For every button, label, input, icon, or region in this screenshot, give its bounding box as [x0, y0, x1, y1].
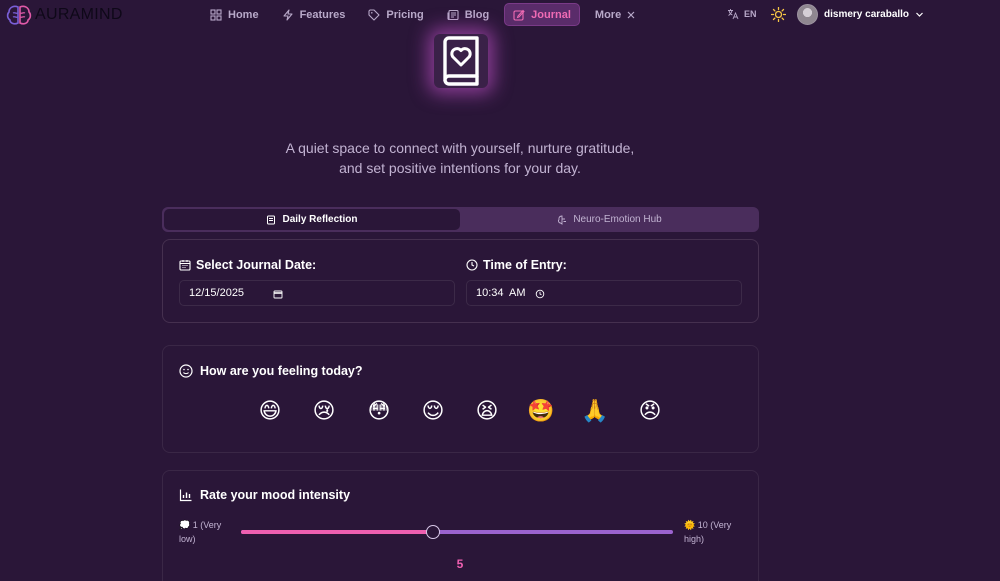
nav-home[interactable]: Home	[202, 3, 267, 26]
journal-date-value: 12/15/2025	[189, 287, 245, 299]
language-switcher[interactable]: EN	[727, 8, 757, 20]
journal-hero-icon-box	[434, 34, 488, 88]
translate-icon	[728, 9, 739, 20]
top-navigation-bar: AURAMIND Home Features Pricing Blog Jour…	[0, 0, 1000, 30]
calendar-picker-icon[interactable]	[273, 289, 283, 299]
brand-name: AURAMIND	[35, 6, 123, 23]
mood-intensity-title-text: Rate your mood intensity	[200, 488, 351, 502]
language-label: EN	[744, 9, 757, 19]
smile-icon	[179, 364, 193, 378]
emoji-relieved[interactable]: 😌	[419, 398, 447, 426]
hero-tagline-line2: and set positive intentions for your day…	[339, 160, 581, 176]
journal-date-label: Select Journal Date:	[179, 258, 316, 272]
mood-min-label-line2: low)	[179, 534, 196, 544]
notebook-icon	[267, 215, 276, 224]
mood-min-label: 💭 1 (Very low)	[179, 518, 221, 546]
emoji-tired[interactable]: 😫	[473, 398, 501, 426]
tab-neuro-emotion-hub-label: Neuro-Emotion Hub	[573, 214, 662, 225]
nav-more[interactable]: More	[587, 3, 645, 26]
journal-date-label-text: Select Journal Date:	[196, 258, 317, 272]
entry-time-label-text: Time of Entry:	[483, 258, 567, 272]
emoji-folded-hands[interactable]: 🙏	[581, 398, 609, 426]
mood-value: 5	[456, 557, 464, 571]
sun-icon[interactable]	[771, 7, 786, 22]
user-name: dismery caraballo	[824, 9, 910, 20]
entry-time-value: 10:34 AM	[476, 287, 526, 299]
nav-pricing[interactable]: Pricing	[360, 3, 431, 26]
journal-date-input[interactable]: 12/15/2025	[179, 280, 455, 306]
hero-tagline: A quiet space to connect with yourself, …	[200, 138, 720, 178]
brain-logo-icon	[6, 5, 32, 25]
nav-features-label: Features	[299, 8, 346, 21]
emoji-star-struck[interactable]: 🤩	[527, 398, 555, 426]
nav-home-label: Home	[228, 8, 259, 21]
close-icon	[627, 11, 635, 18]
nav-blog[interactable]: Blog	[439, 3, 497, 26]
zap-icon	[283, 8, 293, 21]
tab-neuro-emotion-hub[interactable]: Neuro-Emotion Hub	[462, 209, 757, 230]
tab-daily-reflection-label: Daily Reflection	[282, 214, 358, 225]
entry-time-input[interactable]: 10:34 AM	[466, 280, 742, 306]
user-menu[interactable]: dismery caraballo	[797, 4, 924, 25]
entry-time-label: Time of Entry:	[466, 258, 567, 272]
clock-icon	[466, 259, 478, 271]
nav-journal-label: Journal	[531, 8, 571, 21]
mood-slider-thumb[interactable]	[425, 525, 440, 539]
bar-chart-icon	[179, 489, 192, 502]
time-picker-icon[interactable]	[535, 289, 545, 299]
tab-daily-reflection[interactable]: Daily Reflection	[164, 209, 460, 230]
nav-pricing-label: Pricing	[386, 8, 424, 21]
pen-square-icon	[513, 9, 525, 21]
avatar	[797, 4, 818, 25]
hero-tagline-line1: A quiet space to connect with yourself, …	[285, 140, 635, 156]
mood-max-label: 🌞 10 (Very high)	[684, 518, 731, 546]
emoji-happy[interactable]: 😄	[256, 398, 284, 426]
chevron-down-icon	[916, 12, 923, 17]
mood-max-label-line2: high)	[684, 534, 705, 544]
main-nav: Home Features Pricing Blog Journal More	[202, 3, 652, 26]
feelings-title: How are you feeling today?	[179, 364, 363, 378]
book-heart-icon	[443, 36, 479, 86]
feelings-title-text: How are you feeling today?	[200, 364, 363, 378]
feelings-card	[162, 345, 759, 453]
brand-logo[interactable]: AURAMIND	[6, 4, 123, 26]
mood-min-label-line1: 💭 1 (Very	[179, 520, 222, 530]
emoji-flushed[interactable]: 😳	[365, 398, 393, 426]
journal-tabs: Daily Reflection Neuro-Emotion Hub	[162, 207, 759, 232]
emoji-angry[interactable]: 😠	[636, 398, 664, 426]
home-icon	[210, 8, 222, 21]
tag-icon	[368, 8, 380, 21]
mood-slider[interactable]	[241, 525, 673, 539]
brain-circuit-icon	[558, 215, 567, 225]
mood-slider-fill	[241, 530, 433, 534]
nav-blog-label: Blog	[464, 8, 490, 21]
calendar-icon	[179, 260, 191, 271]
mood-max-label-line1: 🌞 10 (Very	[684, 520, 732, 530]
nav-journal[interactable]: Journal	[504, 3, 580, 26]
mood-intensity-title: Rate your mood intensity	[179, 488, 350, 502]
emoji-crying[interactable]: 😢	[310, 398, 338, 426]
newspaper-icon	[447, 9, 459, 20]
nav-features[interactable]: Features	[274, 3, 354, 26]
nav-more-label: More	[594, 8, 622, 21]
